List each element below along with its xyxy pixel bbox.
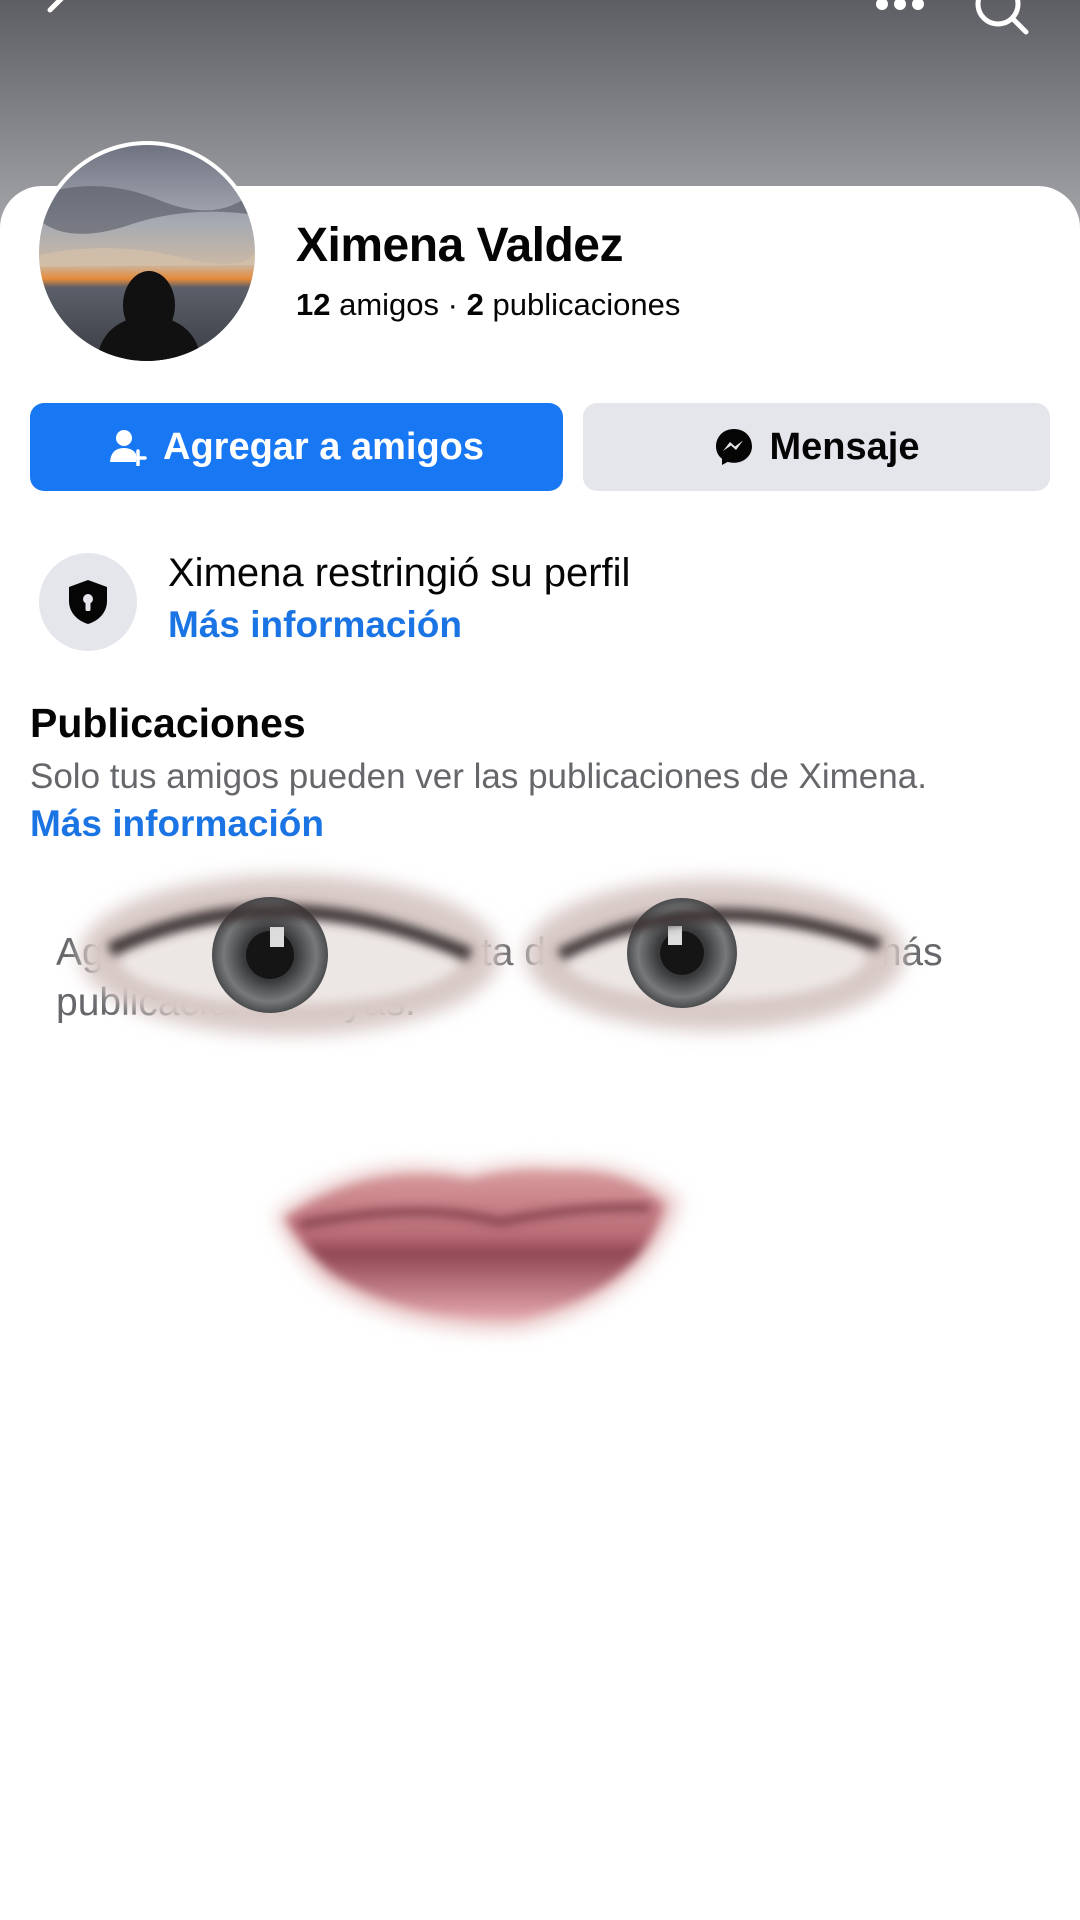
avatar-photo [39,145,255,361]
profile-stats: 12 amigos · 2 publicaciones [296,287,680,323]
posts-section-title: Publicaciones [30,700,306,746]
profile-avatar[interactable] [35,141,259,365]
more-dots-icon [876,0,924,10]
friends-label: amigos [339,287,440,322]
back-button[interactable] [38,0,82,32]
profile-name: Ximena Valdez [296,219,624,272]
add-friend-button[interactable]: Agregar a amigos [30,403,563,491]
stats-separator: · [447,287,458,322]
restriction-icon-circle [39,553,137,651]
restriction-more-info-link[interactable]: Más información [168,604,462,646]
message-label: Mensaje [769,425,920,468]
chevron-left-icon [47,0,64,13]
search-button[interactable] [972,0,1032,38]
message-button[interactable]: Mensaje [583,403,1050,491]
friends-count: 12 [296,287,331,322]
add-friend-label: Agregar a amigos [163,425,484,468]
posts-count: 2 [466,287,484,322]
shield-lock-icon [69,580,107,624]
messenger-icon [714,427,754,467]
posts-label: publicaciones [492,287,681,322]
search-icon [975,0,1029,35]
posts-more-info-link[interactable]: Más información [30,803,324,845]
add-person-icon [109,428,147,466]
locked-posts-text: Agrega a Ximena a tu lista de amigos par… [56,931,943,1024]
posts-section-description: Solo tus amigos pueden ver las publicaci… [30,757,927,796]
restriction-text: Ximena restringió su perfil [168,551,631,595]
more-options-button[interactable] [874,0,926,16]
